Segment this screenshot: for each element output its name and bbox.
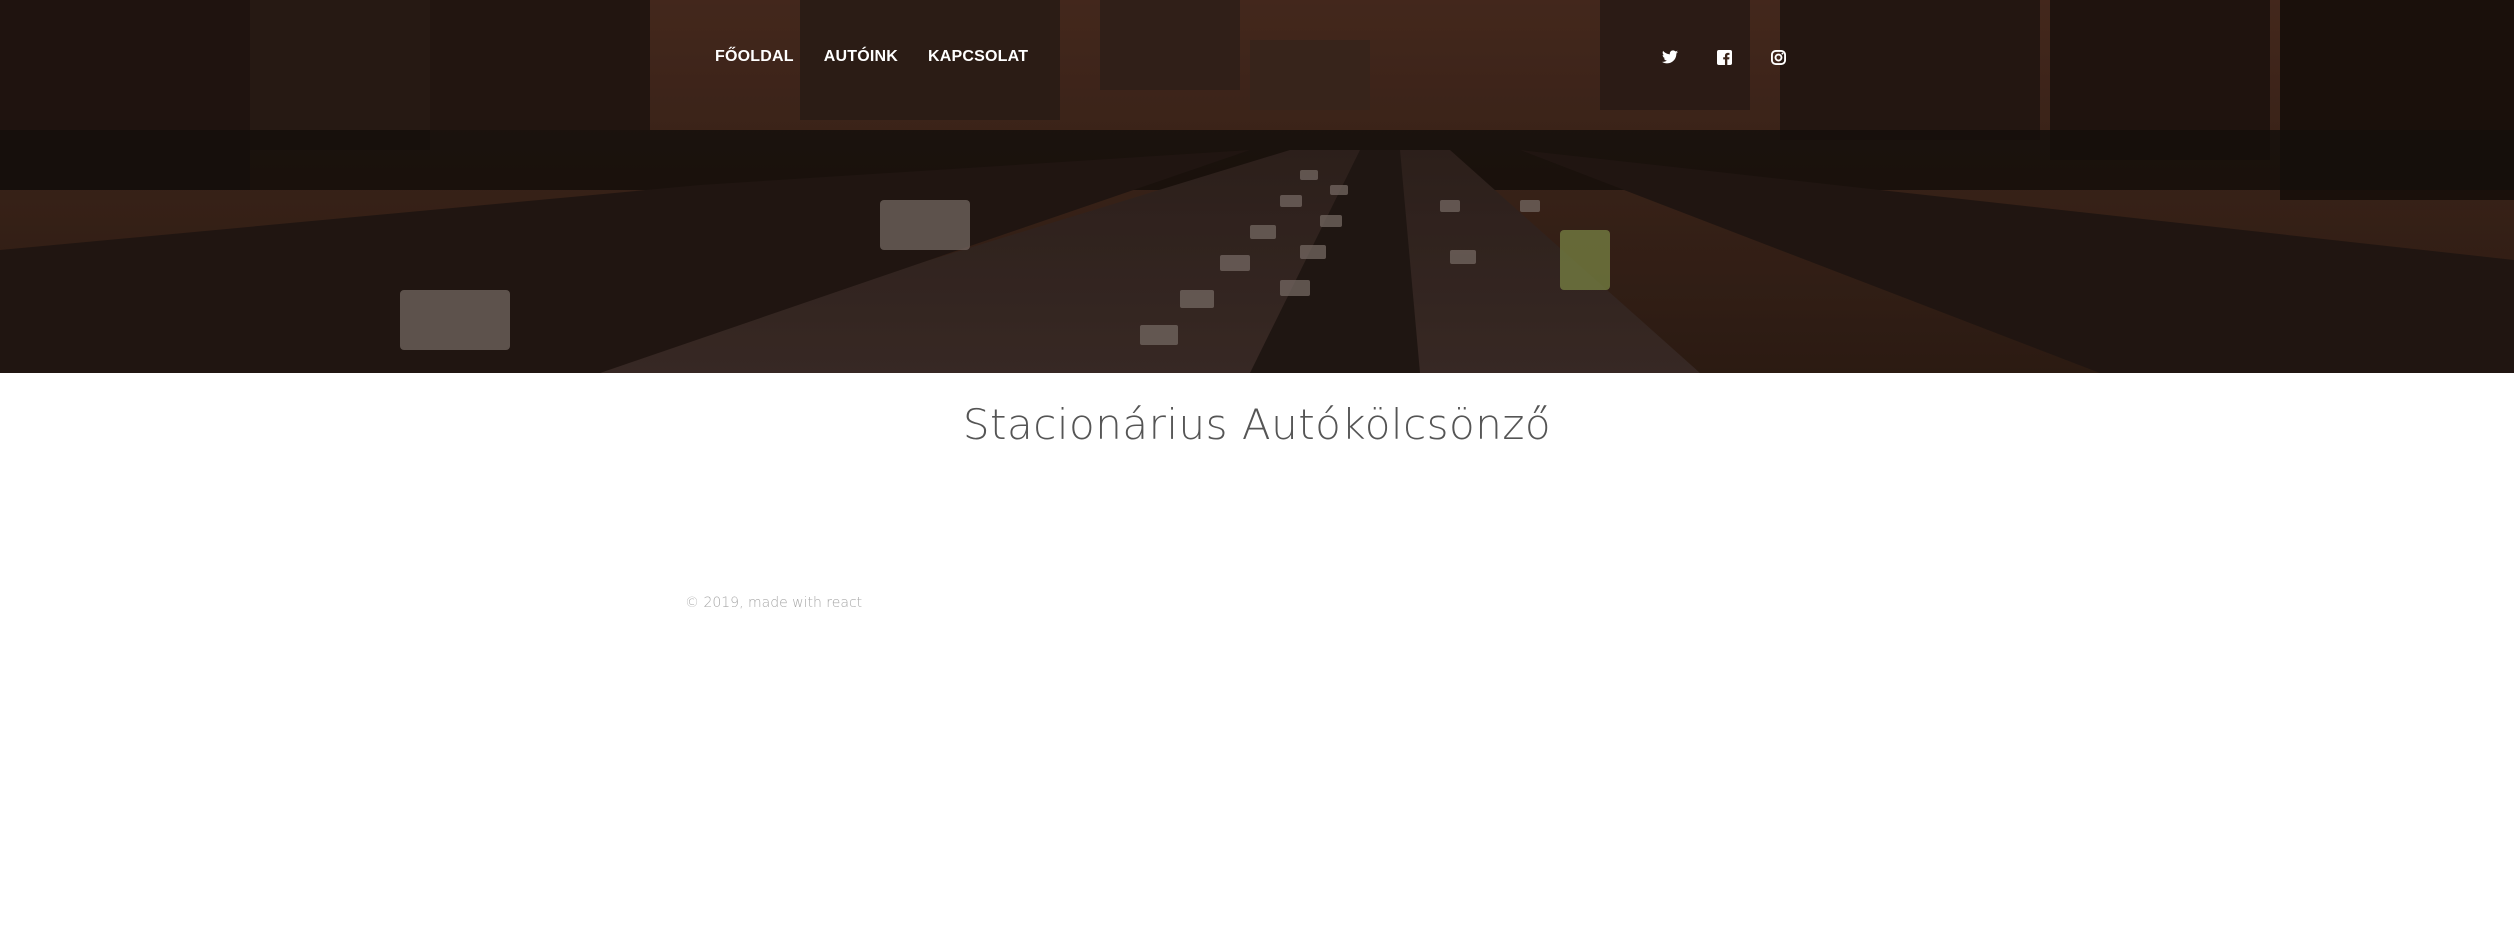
nav-link-cars[interactable]: AUTÓINK — [824, 47, 898, 67]
hero-banner: FŐOLDAL AUTÓINK KAPCSOLAT — [0, 0, 2514, 373]
social-links — [1660, 47, 1822, 67]
facebook-icon[interactable] — [1714, 47, 1734, 67]
nav-link-home[interactable]: FŐOLDAL — [715, 47, 794, 67]
twitter-icon-glyph — [1662, 50, 1678, 64]
hero-city-traffic-image — [0, 0, 2514, 373]
nav-link-contact[interactable]: KAPCSOLAT — [928, 47, 1028, 67]
footer-copyright: © 2019, made with react — [685, 595, 863, 611]
facebook-icon-glyph — [1716, 49, 1732, 65]
instagram-icon-glyph — [1770, 49, 1786, 65]
instagram-icon[interactable] — [1768, 47, 1788, 67]
twitter-icon[interactable] — [1660, 47, 1680, 67]
main-nav: FŐOLDAL AUTÓINK KAPCSOLAT — [715, 47, 1058, 67]
page-title: Stacionárius Autókölcsönző — [962, 400, 1552, 449]
